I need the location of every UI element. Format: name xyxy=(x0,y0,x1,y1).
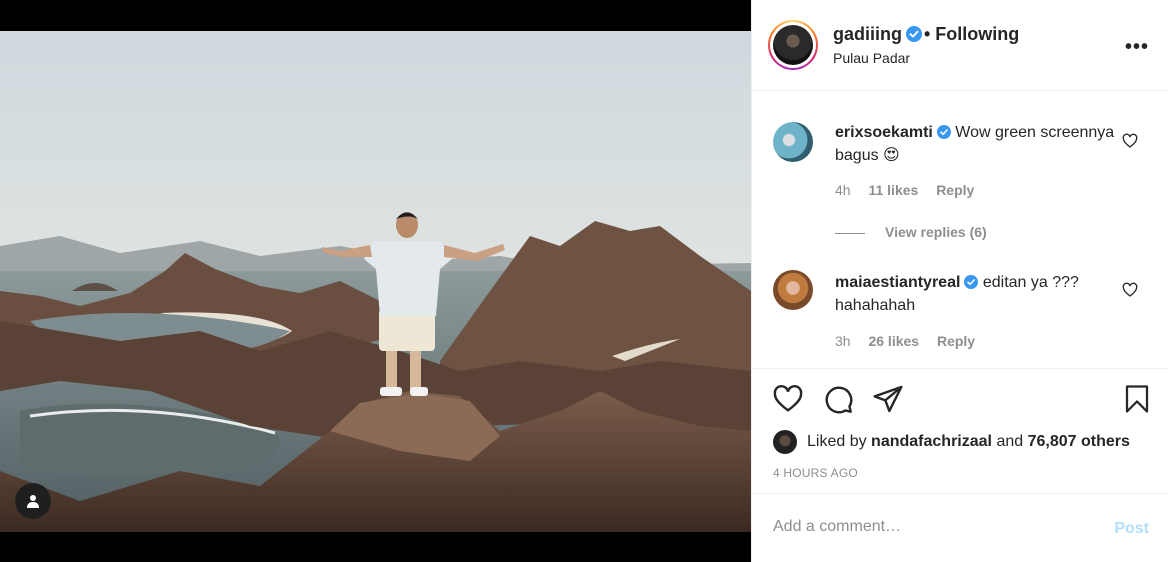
post-location[interactable]: Pulau Padar xyxy=(833,50,910,66)
divider-line xyxy=(835,232,865,234)
reply-button[interactable]: Reply xyxy=(936,182,974,198)
view-replies-button[interactable]: View replies (6) xyxy=(835,224,987,240)
more-options-button[interactable]: ••• xyxy=(1125,36,1149,59)
verified-badge-icon xyxy=(964,275,979,289)
save-bookmark-icon[interactable] xyxy=(1122,383,1152,415)
user-icon xyxy=(27,495,39,508)
comment-time: 3h xyxy=(835,333,851,349)
verified-badge-icon xyxy=(906,26,922,42)
post-comment-button[interactable]: Post xyxy=(1114,520,1149,538)
add-comment-input[interactable] xyxy=(773,518,1093,536)
like-comment-heart-icon[interactable] xyxy=(1122,133,1138,149)
comment-username[interactable]: erixsoekamti xyxy=(835,124,933,141)
likes-others-count[interactable]: 76,807 others xyxy=(1028,433,1130,451)
comment-likes[interactable]: 26 likes xyxy=(868,333,919,349)
post-details-panel: gadiiing • Following Pulau Padar ••• eri… xyxy=(751,0,1168,562)
post-timestamp[interactable]: 4 HOURS AGO xyxy=(773,466,858,480)
verified-badge-icon xyxy=(936,125,951,139)
author-username-row: gadiiing xyxy=(833,24,922,45)
comment-meta: 4h 11 likes Reply xyxy=(835,182,988,198)
reply-button[interactable]: Reply xyxy=(937,333,975,349)
comment-bubble-icon[interactable] xyxy=(822,383,854,415)
comment-text-block: erixsoekamti Wow green screennya bagus 😍 xyxy=(835,121,1115,167)
post-header: gadiiing • Following Pulau Padar ••• xyxy=(752,0,1168,91)
likes-summary: Liked by nandafachrizaal and 76,807 othe… xyxy=(773,430,1130,454)
author-username[interactable]: gadiiing xyxy=(833,24,902,44)
liked-by-and: and xyxy=(996,433,1024,450)
liked-by-prefix: Liked by xyxy=(807,433,867,450)
comment-username[interactable]: maiaestiantyreal xyxy=(835,274,960,291)
liker-avatar[interactable] xyxy=(773,430,797,454)
post-photo[interactable] xyxy=(0,31,751,532)
post-actions: Liked by nandafachrizaal and 76,807 othe… xyxy=(752,368,1168,493)
comment-text-block: maiaestiantyreal editan ya ??? hahahahah xyxy=(835,271,1115,317)
post-media xyxy=(0,0,751,562)
commenter-avatar[interactable] xyxy=(773,122,813,162)
add-comment-bar: Post xyxy=(752,493,1168,562)
comment-time: 4h xyxy=(835,182,851,198)
like-heart-icon[interactable] xyxy=(772,383,804,415)
following-status[interactable]: • Following xyxy=(924,24,1019,45)
landscape-photo xyxy=(0,31,751,532)
like-comment-heart-icon[interactable] xyxy=(1122,282,1138,298)
avatar xyxy=(773,25,813,65)
tagged-users-button[interactable] xyxy=(15,483,51,519)
view-replies-label: View replies (6) xyxy=(885,224,987,240)
comment-meta: 3h 26 likes Reply xyxy=(835,333,989,349)
comments-list: erixsoekamti Wow green screennya bagus 😍… xyxy=(752,92,1168,368)
share-paper-plane-icon[interactable] xyxy=(872,383,904,415)
liker-username[interactable]: nandafachrizaal xyxy=(871,433,992,451)
comment-likes[interactable]: 11 likes xyxy=(868,182,918,198)
commenter-avatar[interactable] xyxy=(773,270,813,310)
story-ring-avatar[interactable] xyxy=(768,20,818,70)
